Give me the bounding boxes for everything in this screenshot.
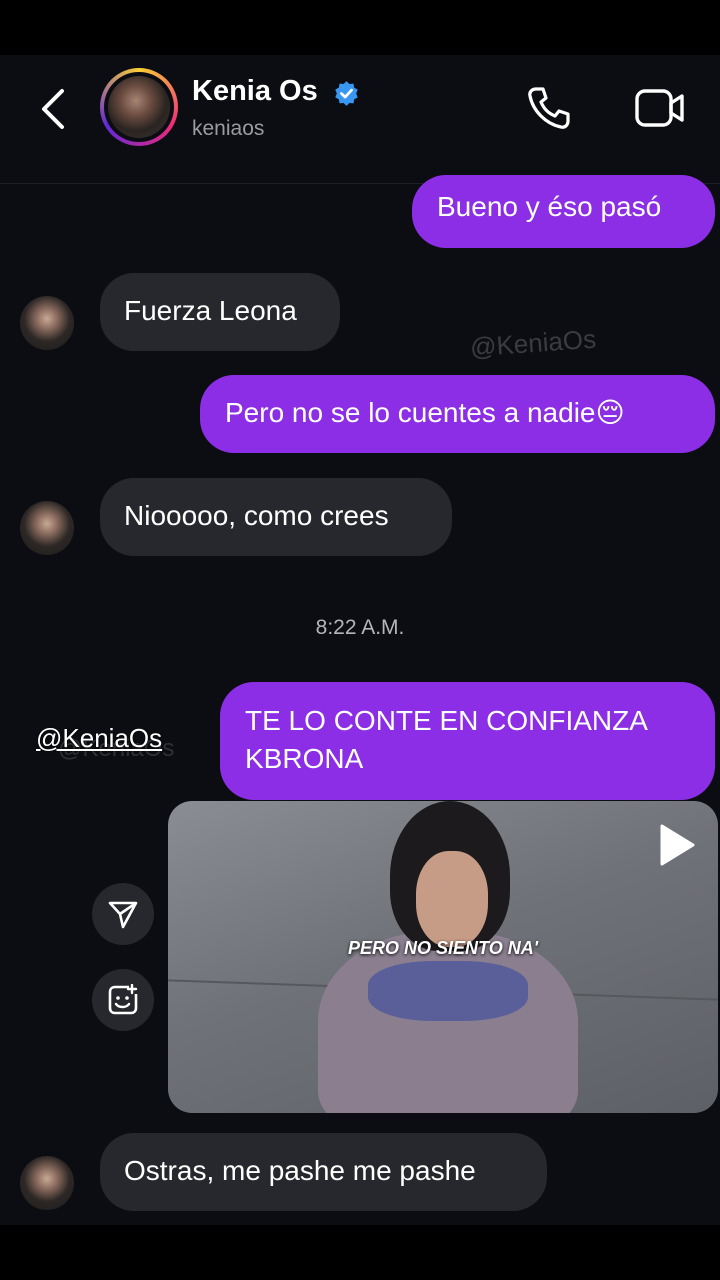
back-arrow-icon[interactable] xyxy=(36,85,72,133)
sender-avatar xyxy=(20,501,74,555)
contact-name[interactable]: Kenia Os xyxy=(192,75,318,108)
message-incoming[interactable]: Niooooo, como crees xyxy=(100,478,452,556)
phone-call-icon[interactable] xyxy=(526,85,572,131)
message-text: TE LO CONTE EN CONFIANZA KBRONA xyxy=(245,705,647,774)
play-icon xyxy=(660,824,695,866)
message-text: Ostras, me pashe me pashe xyxy=(124,1155,476,1186)
message-incoming[interactable]: Ostras, me pashe me pashe xyxy=(100,1133,547,1211)
message-outgoing[interactable]: Pero no se lo cuentes a nadie😔 xyxy=(200,375,715,453)
message-text: Pero no se lo cuentes a nadie😔 xyxy=(225,397,625,428)
sender-avatar xyxy=(20,1156,74,1210)
message-timestamp: 8:22 A.M. xyxy=(315,616,405,639)
watermark: @KeniaOs xyxy=(469,323,597,363)
profile-avatar[interactable] xyxy=(100,68,178,146)
message-text: Fuerza Leona xyxy=(124,295,297,326)
share-button[interactable] xyxy=(92,883,154,945)
verified-badge-icon xyxy=(335,81,358,106)
contact-username: keniaos xyxy=(192,117,265,140)
message-outgoing[interactable]: Bueno y éso pasó xyxy=(412,175,715,248)
send-icon xyxy=(108,901,138,929)
react-button[interactable] xyxy=(92,969,154,1031)
chat-header: Kenia Os keniaos xyxy=(0,55,720,184)
message-incoming[interactable]: Fuerza Leona xyxy=(100,273,340,351)
overlay-handle: @KeniaOs xyxy=(36,723,163,753)
reel-caption: PERO NO SIENTO NA' xyxy=(348,938,538,958)
sticker-emoji-icon xyxy=(108,984,138,1015)
shared-reel[interactable]: PERO NO SIENTO NA' xyxy=(168,801,718,1113)
chat-screen: Kenia Os keniaos @KeniaOs Bueno y éso pa… xyxy=(0,55,720,1225)
message-outgoing[interactable]: TE LO CONTE EN CONFIANZA KBRONA xyxy=(220,682,715,800)
video-call-icon[interactable] xyxy=(634,87,686,129)
message-text: Bueno y éso pasó xyxy=(437,191,662,222)
message-text: Niooooo, como crees xyxy=(124,500,389,531)
sender-avatar xyxy=(20,296,74,350)
